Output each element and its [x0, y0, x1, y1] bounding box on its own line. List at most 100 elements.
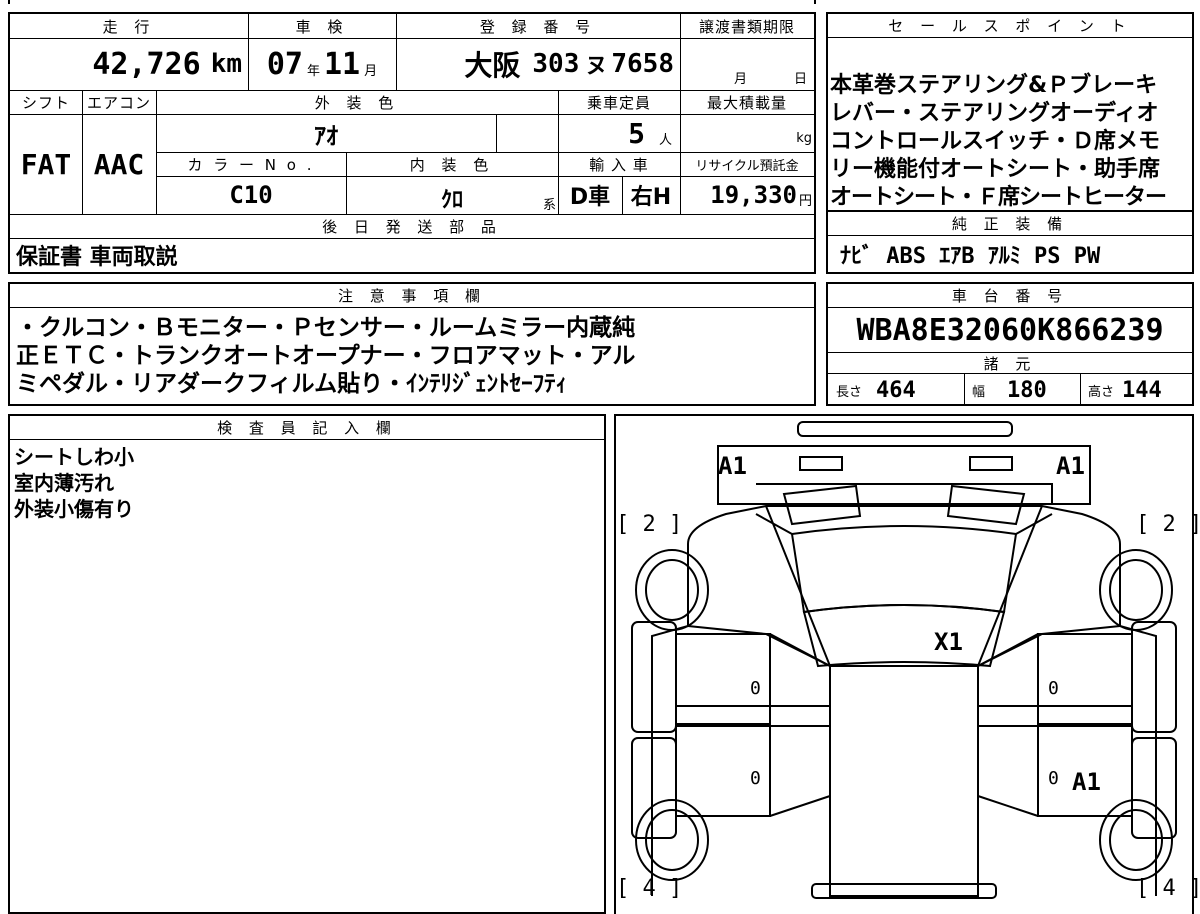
- roof-shape: [829, 665, 979, 897]
- front-bumper-shape: [797, 421, 1013, 437]
- registration-cell: 大阪 303 ヌ 7658: [396, 38, 680, 90]
- left-headlight-shape: [799, 456, 843, 471]
- height-label: 高さ: [1088, 384, 1115, 400]
- inspection-cell: 07 年 11 月: [248, 38, 396, 90]
- inspector-box: 検 査 員 記 入 欄 シートしわ小 室内薄汚れ 外装小傷有り: [8, 414, 606, 914]
- import-car-header: 輸 入 車: [589, 155, 649, 174]
- door-right-front-value: 0: [1048, 678, 1059, 699]
- transfer-deadline-header: 譲渡書類期限: [698, 17, 795, 36]
- later-parts-header: 後 日 発 送 部 品: [322, 217, 502, 236]
- notes-box: 注 意 事 項 欄 ・クルコン・Ｂモニター・Ｐセンサー・ルームミラー内蔵純 正Ｅ…: [8, 282, 816, 406]
- handle-side-value: 右H: [630, 185, 672, 210]
- chassis-header: 車 台 番 号: [828, 284, 1192, 308]
- recycle-fee-value: 19,330: [710, 181, 797, 209]
- tire-front-left-value: [ 2 ]: [616, 512, 683, 537]
- spec-height: 高さ 144: [1080, 374, 1192, 406]
- shift-header: シフト: [21, 93, 70, 112]
- note-line: ミペダル・リアダークフィルム貼り・ｲﾝﾃﾘｼﾞｪﾝﾄｾｰﾌﾃｨ: [16, 371, 568, 397]
- spec-length: 長さ 464: [828, 374, 964, 406]
- mileage-unit: km: [210, 49, 242, 79]
- left-front-fender-shape: [631, 621, 677, 733]
- reg-area: 大阪: [464, 49, 521, 82]
- height-value: 144: [1122, 377, 1162, 403]
- transfer-month-unit: 月: [734, 72, 748, 87]
- capacity-header: 乗車定員: [586, 93, 651, 112]
- door-left-front-value: 0: [750, 678, 761, 699]
- inspection-month-unit: 月: [364, 63, 378, 79]
- sales-points-box: セ ー ル ス ポ イ ン ト 本革巻ステアリング&Ｐブレーキ レバー・ステアリ…: [826, 12, 1194, 212]
- inspector-line: シートしわ小: [14, 445, 134, 469]
- width-label: 幅: [972, 384, 986, 400]
- reg-class: 303: [532, 49, 580, 79]
- door-right-rear-value: 0: [1048, 768, 1059, 789]
- inspector-line: 外装小傷有り: [14, 497, 134, 521]
- sales-point-line: 本革巻ステアリング&Ｐブレーキ: [830, 73, 1158, 98]
- mileage-cell: 42,726 km: [10, 38, 248, 90]
- body-outline-shape: [651, 505, 1157, 896]
- vehicle-info-table: 走 行 車 検 登 録 番 号 譲渡書類期限 42,726 km 07 年 11…: [8, 12, 816, 274]
- chassis-number: WBA8E32060K866239: [856, 312, 1164, 348]
- mileage-header: 走 行: [102, 17, 156, 36]
- later-parts-value: 保証書 車両取説: [16, 245, 178, 270]
- transfer-day-unit: 日: [794, 72, 808, 87]
- recycle-fee-unit: 円: [798, 193, 812, 209]
- recycle-fee-header: リサイクル預託金: [695, 158, 799, 174]
- width-value: 180: [1007, 377, 1047, 403]
- sales-point-line: レバー・ステアリングオーディオ: [830, 101, 1159, 126]
- length-label: 長さ: [836, 384, 863, 400]
- door-left-rear-value: 0: [750, 768, 761, 789]
- right-front-fender-shape: [1131, 621, 1177, 733]
- inspection-month: 11: [324, 46, 361, 82]
- color-no-header: カ ラ ー N o .: [187, 155, 315, 174]
- inspection-year-unit: 年: [306, 63, 320, 79]
- inspector-header: 検 査 員 記 入 欄: [10, 416, 604, 440]
- sales-point-line: コントロールスイッチ・Ｄ席メモ: [830, 129, 1161, 154]
- mark-windshield: X1: [934, 628, 963, 656]
- genuine-equipment-box: 純 正 装 備 ﾅﾋﾞ ABS ｴｱB ｱﾙﾐ PS PW: [826, 212, 1194, 274]
- interior-color-cell: ｸﾛ 系: [346, 176, 558, 214]
- shift-value: FAT: [20, 147, 72, 181]
- capacity-value: 5: [628, 116, 645, 150]
- capacity-cell: 5 人: [558, 114, 680, 152]
- length-value: 464: [876, 377, 916, 403]
- max-load-cell: kg: [680, 114, 814, 152]
- import-type-value: D車: [569, 185, 611, 210]
- front-panel-shape: [717, 445, 1091, 505]
- genuine-equipment-value: ﾅﾋﾞ ABS ｴｱB ｱﾙﾐ PS PW: [840, 244, 1101, 269]
- car-diagram: [631, 421, 1177, 899]
- color-no-value: C10: [229, 181, 273, 209]
- roof-front-shape: [802, 604, 1006, 668]
- exterior-color-value: ｱｵ: [314, 121, 338, 150]
- sales-points-header: セ ー ル ス ポ イ ン ト: [828, 14, 1192, 38]
- genuine-equipment-header: 純 正 装 備: [828, 212, 1192, 236]
- car-diagram-box: A1 A1 X1 A1 [ 2 ] [ 2 ] [ 4 ] [ 4 ] 0 0 …: [614, 414, 1200, 914]
- transfer-deadline-cell: 月 日: [680, 38, 814, 90]
- exterior-color-header: 外 装 色: [314, 93, 400, 112]
- notes-header: 注 意 事 項 欄: [10, 284, 814, 308]
- interior-color-header: 内 装 色: [409, 155, 495, 174]
- inspector-line: 室内薄汚れ: [14, 471, 114, 495]
- interior-color-value: ｸﾛ: [440, 188, 463, 213]
- sales-point-line: リー機能付オートシート・助手席: [830, 157, 1161, 182]
- notes-text: ・クルコン・Ｂモニター・Ｐセンサー・ルームミラー内蔵純 正ＥＴＣ・トランクオート…: [16, 314, 812, 398]
- top-edge-frame: [8, 0, 816, 4]
- windshield-shape: [790, 525, 1018, 614]
- right-headlight-shape: [969, 456, 1013, 471]
- chassis-box: 車 台 番 号 WBA8E32060K866239 諸 元 長さ 464 幅 1…: [826, 282, 1194, 406]
- tire-front-right-value: [ 2 ]: [1136, 512, 1200, 537]
- capacity-unit: 人: [658, 132, 672, 148]
- sales-point-line: オートシート・Ｆ席シートヒーター: [830, 185, 1167, 210]
- inspection-header: 車 検: [295, 17, 349, 36]
- recycle-fee-cell: 19,330 円: [680, 176, 814, 214]
- tire-rear-left-value: [ 4 ]: [616, 876, 683, 901]
- inspector-text: シートしわ小 室内薄汚れ 外装小傷有り: [14, 444, 134, 522]
- mark-front-right: A1: [1056, 452, 1085, 480]
- mark-rear-right-door: A1: [1072, 768, 1101, 796]
- aircon-header: エアコン: [86, 93, 151, 112]
- tire-rear-right-value: [ 4 ]: [1136, 876, 1200, 901]
- mark-front-left: A1: [718, 452, 747, 480]
- spec-header: 諸 元: [828, 352, 1192, 374]
- reg-kana: ヌ: [585, 54, 608, 79]
- reg-number: 7658: [611, 49, 674, 79]
- max-load-header: 最大積載量: [706, 93, 787, 112]
